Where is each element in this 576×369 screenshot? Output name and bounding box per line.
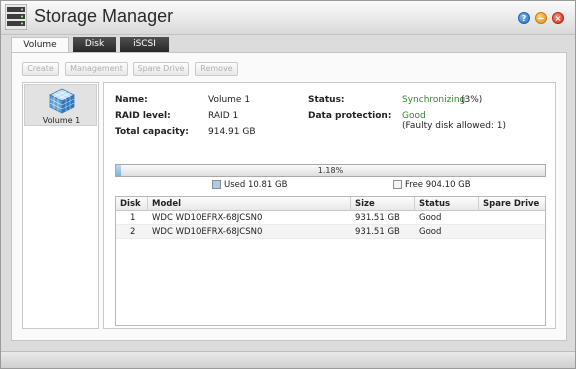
volume-list-item[interactable]: Volume 1 bbox=[24, 84, 97, 126]
table-cell-status: Good bbox=[419, 213, 442, 223]
storage-manager-app-icon bbox=[5, 4, 27, 30]
free-legend-label: Free 904.10 GB bbox=[405, 180, 471, 190]
table-cell-spare-drive bbox=[479, 211, 483, 225]
data-protection-label: Data protection: bbox=[308, 111, 392, 121]
spare-drive-button[interactable]: Spare Drive bbox=[133, 62, 189, 76]
column-header-status[interactable]: Status bbox=[415, 197, 479, 211]
raid-level-value: RAID 1 bbox=[208, 111, 239, 121]
column-header-spare-drive[interactable]: Spare Drive bbox=[479, 197, 545, 211]
table-cell-spare-drive bbox=[479, 225, 483, 239]
table-cell-model: WDC WD10EFRX-68JCSN0 bbox=[152, 227, 263, 237]
table-cell-size: 931.51 GB bbox=[355, 227, 400, 237]
status-bar bbox=[1, 351, 575, 368]
table-cell-disk: 1 bbox=[130, 213, 136, 223]
used-legend-label: Used 10.81 GB bbox=[224, 180, 288, 190]
storage-manager-window: Storage Manager ? − × Volume Disk iSCSI … bbox=[0, 0, 576, 369]
management-button[interactable]: Management bbox=[65, 62, 128, 76]
window-title: Storage Manager bbox=[34, 6, 174, 26]
tab-volume[interactable]: Volume bbox=[11, 37, 69, 53]
column-header-model[interactable]: Model bbox=[148, 197, 351, 211]
raid-level-label: RAID level: bbox=[115, 111, 171, 121]
status-value: Synchronizing bbox=[402, 95, 466, 105]
name-value: Volume 1 bbox=[208, 95, 251, 105]
table-row[interactable]: 1 WDC WD10EFRX-68JCSN0 931.51 GB Good bbox=[116, 211, 545, 225]
volume-list: Volume 1 bbox=[22, 82, 99, 329]
close-button[interactable]: × bbox=[552, 12, 564, 24]
data-protection-value: Good bbox=[402, 111, 426, 121]
remove-button[interactable]: Remove bbox=[195, 62, 238, 76]
table-cell-size: 931.51 GB bbox=[355, 213, 400, 223]
usage-percent: 1.18% bbox=[317, 166, 344, 175]
used-legend-swatch bbox=[212, 180, 221, 189]
table-cell-disk: 2 bbox=[130, 227, 136, 237]
volume-list-item-label: Volume 1 bbox=[42, 116, 81, 125]
help-button[interactable]: ? bbox=[518, 12, 530, 24]
table-cell-model: WDC WD10EFRX-68JCSN0 bbox=[152, 213, 263, 223]
volume-cube-icon bbox=[49, 88, 75, 114]
create-button[interactable]: Create bbox=[22, 62, 59, 76]
table-cell-status: Good bbox=[419, 227, 442, 237]
name-label: Name: bbox=[115, 95, 148, 105]
usage-bar: 1.18% bbox=[115, 164, 546, 177]
free-legend-swatch bbox=[393, 180, 402, 189]
table-row[interactable]: 2 WDC WD10EFRX-68JCSN0 931.51 GB Good bbox=[116, 225, 545, 239]
total-capacity-value: 914.91 GB bbox=[208, 127, 256, 137]
tab-disk[interactable]: Disk bbox=[73, 37, 116, 52]
minimize-button[interactable]: − bbox=[535, 12, 547, 24]
status-progress: (3%) bbox=[461, 95, 483, 105]
column-header-disk[interactable]: Disk bbox=[116, 197, 148, 211]
disk-table: Disk Model Size Status Spare Drive 1 WDC… bbox=[115, 196, 546, 326]
title-bar: Storage Manager ? − × bbox=[1, 1, 575, 35]
tab-iscsi[interactable]: iSCSI bbox=[120, 37, 169, 52]
column-header-size[interactable]: Size bbox=[351, 197, 415, 211]
status-label: Status: bbox=[308, 95, 345, 105]
faulty-disk-note: (Faulty disk allowed: 1) bbox=[402, 121, 507, 131]
disk-table-header: Disk Model Size Status Spare Drive bbox=[116, 197, 545, 211]
total-capacity-label: Total capacity: bbox=[115, 127, 189, 137]
